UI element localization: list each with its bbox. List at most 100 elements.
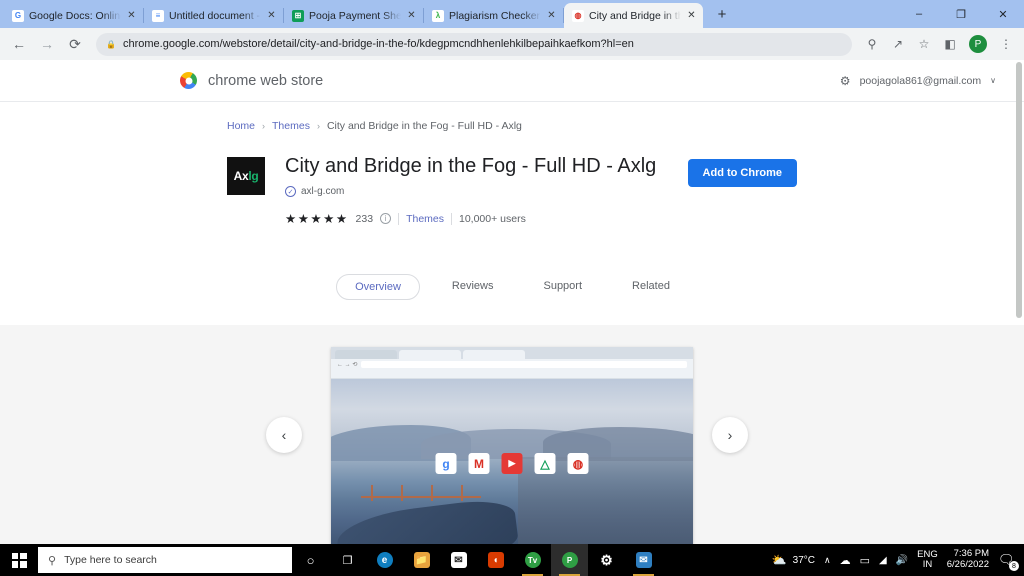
browser-tab-4-active[interactable]: ◍ City and Bridge in the Fog - ✕ <box>564 3 703 28</box>
gmail-shortcut-icon: M <box>469 453 490 474</box>
page-scrollbar[interactable] <box>1016 62 1022 318</box>
battery-icon[interactable]: ▭ <box>860 554 870 567</box>
browser-tab-2[interactable]: ⊞ Pooja Payment Sheet - Goog ✕ <box>284 3 423 28</box>
notification-icon[interactable]: 🗨 8 <box>998 552 1016 568</box>
verified-badge-icon: ✓ <box>285 186 296 197</box>
browser-toolbar: ← → ⟳ 🔒 chrome.google.com/webstore/detai… <box>0 28 1024 60</box>
webstore-account[interactable]: ⚙ poojagola861@gmail.com ∨ <box>840 74 996 88</box>
address-bar-url: chrome.google.com/webstore/detail/city-a… <box>123 38 634 50</box>
extension-icon-text-primary: Ax <box>234 169 249 183</box>
side-panel-icon[interactable]: ◧ <box>938 32 962 56</box>
chrome-tv-taskbar-icon[interactable]: Tv <box>514 544 551 576</box>
add-to-chrome-button[interactable]: Add to Chrome <box>688 159 797 187</box>
preview-bookmarkbar <box>331 370 693 379</box>
webstore-title: chrome web store <box>208 73 323 89</box>
preview-shortcuts: g M ▶ △ ◍ <box>436 453 589 474</box>
gear-icon[interactable]: ⚙ <box>840 74 851 88</box>
preview-tabstrip <box>331 347 693 359</box>
tab-search-button[interactable]: ⱟ <box>856 0 898 28</box>
category-link[interactable]: Themes <box>406 213 444 225</box>
browser-tab-3[interactable]: λ Plagiarism Checker - Free & ✕ <box>424 3 563 28</box>
gallery-prev-button[interactable]: ‹ <box>266 417 302 453</box>
browser-tab-title: Google Docs: Online Docum <box>29 10 121 22</box>
profile-avatar[interactable]: P <box>969 35 987 53</box>
google-drive-shortcut-icon: △ <box>535 453 556 474</box>
chrome-webstore-icon: ◍ <box>572 10 584 22</box>
forward-button[interactable]: → <box>34 31 60 57</box>
info-icon[interactable]: i <box>380 213 391 224</box>
weather-cloudy-sun-icon: ⛅ <box>772 553 787 567</box>
bookmark-star-icon[interactable]: ☆ <box>912 32 936 56</box>
reload-button[interactable]: ⟳ <box>62 31 88 57</box>
item-meta: City and Bridge in the Fog - Full HD - A… <box>265 154 688 226</box>
windows-start-icon[interactable] <box>0 544 38 576</box>
close-window-button[interactable]: ✕ <box>982 0 1024 28</box>
tab-close-button[interactable]: ✕ <box>686 10 697 21</box>
screenshot-gallery: ‹ ← → ⟲ g M ▶ △ ◍ › <box>0 325 1024 557</box>
extension-icon: Ax lg <box>227 157 265 195</box>
maximize-button[interactable]: ❐ <box>940 0 982 28</box>
browser-tab-title: Untitled document - Google <box>169 10 261 22</box>
language-line-2: IN <box>923 559 933 570</box>
publisher-site[interactable]: ✓ axl-g.com <box>285 186 688 197</box>
back-button[interactable]: ← <box>6 31 32 57</box>
breadcrumb-home[interactable]: Home <box>227 120 255 132</box>
file-explorer-taskbar-icon[interactable]: 📁 <box>403 544 440 576</box>
store-taskbar-icon[interactable]: ✉ <box>625 544 662 576</box>
page-content: Home › Themes › City and Bridge in the F… <box>0 102 1024 557</box>
breadcrumb-separator: › <box>317 121 320 131</box>
tab-close-button[interactable]: ✕ <box>266 10 277 21</box>
language-indicator[interactable]: ENG IN <box>917 550 938 571</box>
breadcrumb-category[interactable]: Themes <box>272 120 310 132</box>
volume-icon[interactable]: 🔊 <box>896 555 908 566</box>
address-bar[interactable]: 🔒 chrome.google.com/webstore/detail/city… <box>96 33 852 56</box>
screen: G Google Docs: Online Docum ✕ ≡ Untitled… <box>0 0 1024 576</box>
browser-tab-1[interactable]: ≡ Untitled document - Google ✕ <box>144 3 283 28</box>
chrome-profile-taskbar-icon[interactable]: P <box>551 544 588 576</box>
tab-support[interactable]: Support <box>525 274 600 300</box>
wifi-icon[interactable]: ◢ <box>879 555 887 566</box>
browser-tab-0[interactable]: G Google Docs: Online Docum ✕ <box>4 3 143 28</box>
google-docs-icon: G <box>12 10 24 22</box>
mail-taskbar-icon[interactable]: ✉ <box>440 544 477 576</box>
settings-taskbar-icon[interactable]: ⚙ <box>588 544 625 576</box>
share-icon[interactable]: ↗ <box>886 32 910 56</box>
onedrive-icon[interactable]: ☁ <box>840 554 851 567</box>
tab-reviews[interactable]: Reviews <box>434 274 512 300</box>
windows-taskbar: ⚲ Type here to search ○ ❐ e 📁 ✉ ◖ Tv P ⚙… <box>0 544 1024 576</box>
weather-widget[interactable]: ⛅ 37°C <box>772 553 815 567</box>
new-tab-button[interactable]: + <box>709 1 735 27</box>
gallery-preview-image[interactable]: ← → ⟲ g M ▶ △ ◍ <box>331 347 693 575</box>
breadcrumb-separator: › <box>262 121 265 131</box>
tab-related[interactable]: Related <box>614 274 688 300</box>
taskbar-search-input[interactable]: ⚲ Type here to search <box>38 547 292 573</box>
clock[interactable]: 7:36 PM 6/26/2022 <box>947 549 989 571</box>
google-plus-shortcut-icon: g <box>436 453 457 474</box>
breadcrumb-current: City and Bridge in the Fog - Full HD - A… <box>327 120 522 132</box>
gallery-next-button[interactable]: › <box>712 417 748 453</box>
extension-icon-text-accent: lg <box>248 169 258 183</box>
youtube-shortcut-icon: ▶ <box>502 453 523 474</box>
chevron-down-icon: ∨ <box>990 76 996 85</box>
item-header: Ax lg City and Bridge in the Fog - Full H… <box>227 154 797 226</box>
edge-taskbar-icon[interactable]: e <box>366 544 403 576</box>
tab-overview[interactable]: Overview <box>336 274 420 300</box>
tray-expand-chevron-icon[interactable]: ∧ <box>824 555 831 566</box>
task-view-button[interactable]: ❐ <box>329 544 366 576</box>
preview-addressbar: ← → ⟲ <box>331 359 693 370</box>
minimize-button[interactable]: – <box>898 0 940 28</box>
page-viewport: chrome web store ⚙ poojagola861@gmail.co… <box>0 60 1024 576</box>
cortana-button[interactable]: ○ <box>292 544 329 576</box>
tab-close-button[interactable]: ✕ <box>546 10 557 21</box>
search-icon: ⚲ <box>48 554 56 567</box>
office-taskbar-icon[interactable]: ◖ <box>477 544 514 576</box>
temperature-label: 37°C <box>793 555 815 566</box>
webstore-logo-link[interactable]: chrome web store <box>180 72 323 89</box>
lock-icon: 🔒 <box>106 40 116 49</box>
chrome-menu-button[interactable]: ⋮ <box>994 32 1018 56</box>
tab-close-button[interactable]: ✕ <box>126 10 137 21</box>
browser-tab-title: Pooja Payment Sheet - Goog <box>309 10 401 22</box>
search-icon[interactable]: ⚲ <box>860 32 884 56</box>
chrome-webstore-shortcut-icon: ◍ <box>568 453 589 474</box>
tab-close-button[interactable]: ✕ <box>406 10 417 21</box>
